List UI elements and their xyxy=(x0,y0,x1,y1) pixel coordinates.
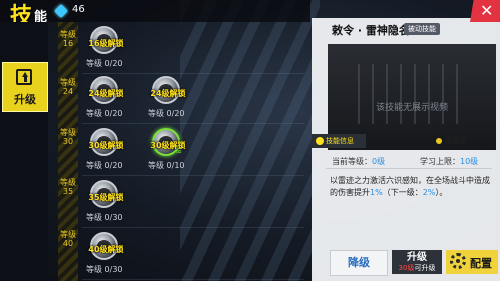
skill-level: 等级 0/10 xyxy=(148,161,185,170)
gear-icon xyxy=(450,253,466,269)
config-button[interactable]: 配置 xyxy=(446,250,498,274)
video-placeholder-text: 该技能无展示视频 xyxy=(375,103,448,113)
sidebar: 升级 xyxy=(0,22,48,281)
description-box: 以雷迹之力激活六识感知，在全场战斗中造成的伤害提升1%（下一级：2%）。 xyxy=(326,168,492,209)
upgrade-button-label: 升级 xyxy=(407,252,427,263)
skill-row: 35级解锁等级 0/30 xyxy=(82,178,304,228)
sidebar-item-upgrade[interactable]: 升级 xyxy=(2,62,48,112)
video-backdrop xyxy=(358,64,468,124)
current-level-value: 0级 xyxy=(372,157,386,166)
skill-level: 等级 0/20 xyxy=(86,109,123,118)
unlock-level-tag: 35级解锁 xyxy=(88,193,124,202)
level-label: 等级 40 xyxy=(60,230,76,248)
skill-stats: 当前等级：0级 学习上限：10级 xyxy=(324,150,494,167)
skill-slot[interactable]: 30级解锁 ∞ 等级 0/10 xyxy=(144,126,264,176)
desc-value-next: 2% xyxy=(422,188,436,197)
upgrade-button[interactable]: 升级 30级可升级 xyxy=(392,250,442,274)
desc-text-3: ）。 xyxy=(435,188,448,197)
upgrade-required-level: 30级 xyxy=(398,264,415,272)
sidebar-item-label: 升级 xyxy=(14,93,36,106)
learn-cap: 学习上限：10级 xyxy=(420,156,478,167)
skill-icon[interactable]: 16级解锁 xyxy=(88,26,124,54)
skill-slot[interactable]: 40级解锁等级 0/30 xyxy=(82,230,202,280)
upgrade-button-sublabel: 30级可升级 xyxy=(392,264,442,273)
skill-level: 等级 0/30 xyxy=(86,213,123,222)
skill-icon[interactable]: 24级解锁 xyxy=(88,76,124,104)
link-icon: ∞ xyxy=(175,147,182,156)
skill-slot[interactable]: 16级解锁等级 0/20 xyxy=(82,24,202,74)
skill-level: 等级 0/20 xyxy=(148,109,185,118)
downgrade-button[interactable]: 降级 xyxy=(330,250,388,276)
upgrade-arrow-icon xyxy=(16,69,32,85)
unlock-level-tag: 24级解锁 xyxy=(150,89,186,98)
close-button[interactable]: ✕ xyxy=(470,0,500,22)
unlock-level-tag: 40级解锁 xyxy=(88,245,124,254)
skill-description: 以雷迹之力激活六识感知，在全场战斗中造成的伤害提升1%（下一级：2%）。 xyxy=(330,175,490,199)
desc-text-2: （下一级： xyxy=(382,188,423,197)
upgrade-sub-text: 可升级 xyxy=(414,264,436,272)
learn-cap-label: 学习上限： xyxy=(420,157,460,166)
skill-level: 等级 0/20 xyxy=(86,161,123,170)
config-button-label: 配置 xyxy=(470,257,492,270)
level-label: 等级 35 xyxy=(60,178,76,196)
level-label: 等级 30 xyxy=(60,128,76,146)
unlock-level-tag: 16级解锁 xyxy=(88,39,124,48)
current-level: 当前等级：0级 xyxy=(332,156,385,167)
skill-icon[interactable]: 30级解锁 ∞ xyxy=(150,128,186,156)
skill-icon[interactable]: 35级解锁 xyxy=(88,180,124,208)
currency-count: 46 xyxy=(72,4,85,15)
skill-level: 等级 0/20 xyxy=(86,59,123,68)
tab-skill-info[interactable]: 技能信息 xyxy=(312,134,366,148)
skill-slot[interactable]: 24级解锁等级 0/20 xyxy=(144,74,264,124)
close-icon: ✕ xyxy=(480,1,494,20)
skill-row: 16级解锁等级 0/20 xyxy=(82,24,304,74)
skill-type-badge: 被动技能 xyxy=(404,23,440,35)
skill-level: 等级 0/30 xyxy=(86,265,123,274)
skill-slot[interactable]: 35级解锁等级 0/30 xyxy=(82,178,202,228)
unlock-level-tag: 30级解锁 xyxy=(88,141,124,150)
skill-icon[interactable]: 24级解锁 xyxy=(150,76,186,104)
unlock-level-tag: 24级解锁 xyxy=(88,89,124,98)
top-bar: 技 能 46 xyxy=(0,0,310,29)
desc-value-current: 1% xyxy=(370,188,383,197)
skill-name: 敕令 · 雷神隐名 xyxy=(332,24,410,37)
skill-row: 30级解锁等级 0/20 30级解锁 ∞ 等级 0/10 xyxy=(82,126,304,176)
skill-row: 24级解锁 等级 0/20 24级解锁 等级 0/20 xyxy=(82,74,304,124)
level-label: 等级 16 xyxy=(60,30,76,48)
skill-icon[interactable]: 40级解锁 xyxy=(88,232,124,260)
current-level-label: 当前等级： xyxy=(332,157,372,166)
attribute-tag: 金属性 xyxy=(436,136,466,146)
skill-icon[interactable]: 30级解锁 xyxy=(88,128,124,156)
skill-row: 40级解锁等级 0/30 xyxy=(82,230,304,280)
level-label: 等级 24 xyxy=(60,78,76,96)
learn-cap-value: 10级 xyxy=(460,157,479,166)
